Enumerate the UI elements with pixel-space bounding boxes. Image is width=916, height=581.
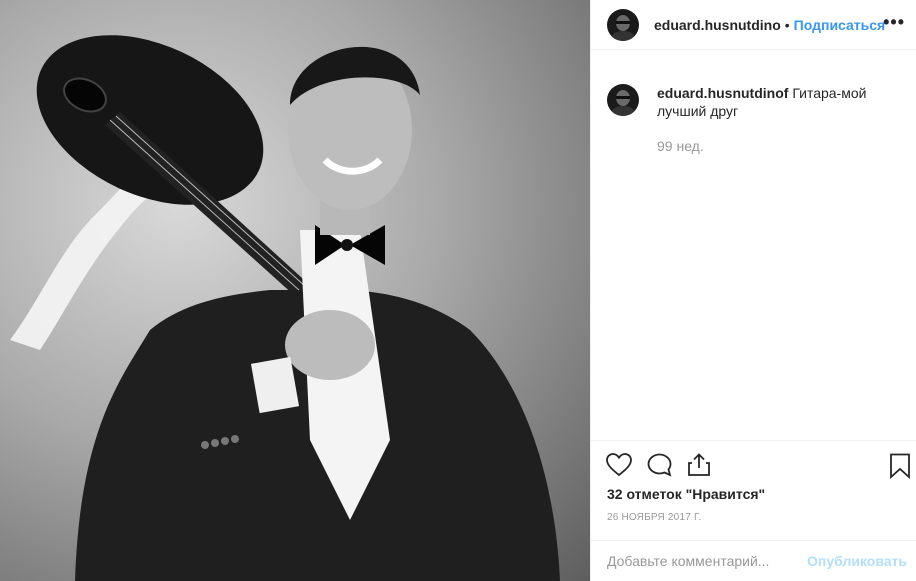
avatar[interactable] — [607, 8, 639, 41]
comment-icon[interactable] — [647, 453, 673, 482]
likes-count[interactable]: 32 отметок "Нравится" — [607, 486, 765, 502]
time-ago[interactable]: 99 нед. — [657, 138, 704, 154]
publish-button[interactable]: Опубликовать — [807, 553, 907, 569]
comment-input[interactable] — [607, 553, 808, 569]
post-caption: eduard.husnutdinof Гитара-мой лучший дру… — [607, 84, 907, 120]
post-header: eduard.husnutdino • Подписаться ••• — [591, 0, 916, 50]
heart-icon[interactable] — [606, 453, 632, 482]
author-username[interactable]: eduard.husnutdino — [654, 17, 781, 33]
bookmark-icon[interactable] — [889, 453, 911, 484]
caption-avatar[interactable] — [607, 84, 639, 116]
post-side-panel: eduard.husnutdino • Подписаться ••• edua… — [590, 0, 916, 581]
post-photo[interactable] — [0, 0, 590, 581]
post-actions — [591, 440, 916, 490]
add-comment-section: Опубликовать — [591, 540, 916, 581]
follow-button[interactable]: Подписаться — [794, 17, 886, 33]
photo-illustration — [10, 35, 560, 581]
separator-dot: • — [784, 16, 790, 33]
post-date: 26 ноября 2017 г. — [607, 512, 702, 523]
caption-username[interactable]: eduard.husnutdinof — [657, 85, 788, 101]
caption-text-block: eduard.husnutdinof Гитара-мой лучший дру… — [657, 84, 907, 120]
more-options-icon[interactable]: ••• — [883, 12, 905, 33]
share-icon[interactable] — [687, 453, 711, 482]
